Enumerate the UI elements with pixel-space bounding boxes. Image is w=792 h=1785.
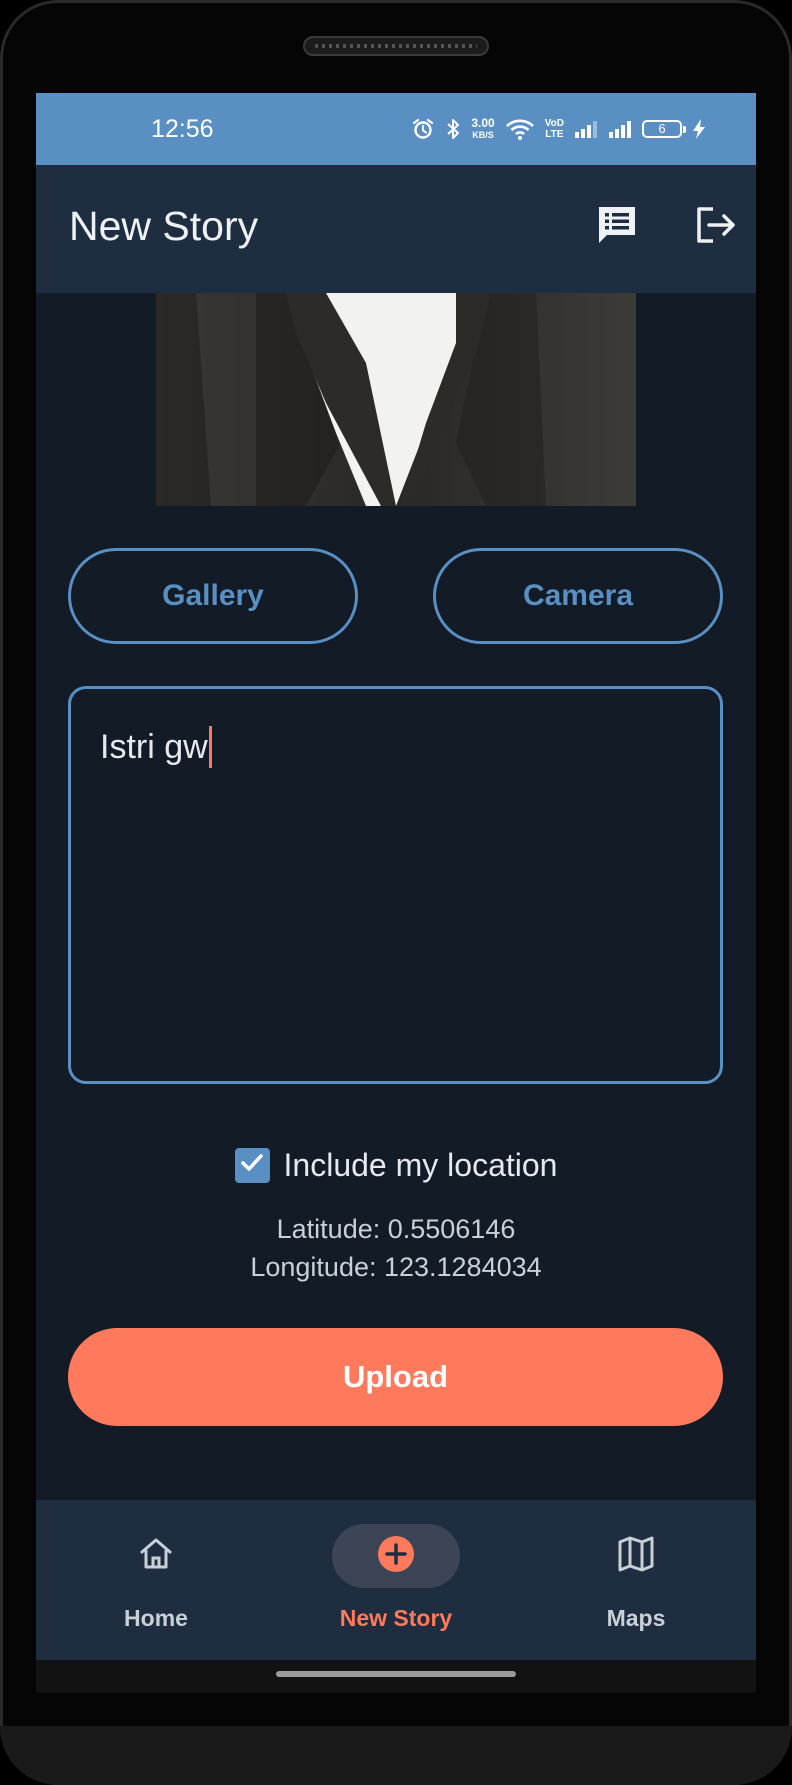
upload-button[interactable]: Upload [68,1328,723,1426]
description-input[interactable]: Istri gw [68,686,723,1084]
page-title: New Story [69,203,259,249]
nav-maps-icon-wrap [572,1524,700,1588]
nav-item-new-story[interactable]: New Story [276,1500,516,1660]
include-location-row: Include my location [36,1146,756,1184]
status-icons: 3.00 KB/S VoD LTE 6 [411,113,706,145]
status-bar: 12:56 3.00 KB/S VoD LTE 6 [36,93,756,165]
check-icon [239,1150,265,1181]
gesture-area [36,1660,756,1693]
stories-list-button[interactable] [589,199,645,255]
include-location-label[interactable]: Include my location [284,1147,558,1184]
longitude-text: Longitude: 123.1284034 [250,1252,542,1282]
gallery-button[interactable]: Gallery [68,548,358,644]
phone-frame: 12:56 3.00 KB/S VoD LTE 6 New Story Gall… [0,0,792,1785]
gesture-handle[interactable] [276,1671,516,1677]
include-location-checkbox[interactable] [234,1147,270,1183]
logout-button[interactable] [687,199,743,255]
chat-list-icon [595,203,639,252]
nav-item-maps[interactable]: Maps [516,1500,756,1660]
coordinates-readout: Latitude: 0.5506146 Longitude: 123.12840… [36,1210,756,1286]
description-value: Istri gw [100,727,208,766]
bluetooth-icon [445,117,461,141]
charging-icon [692,118,706,140]
text-cursor [208,726,212,768]
nav-maps-label: Maps [606,1605,666,1631]
signal-icon-1 [574,119,598,139]
volte-indicator: VoD LTE [544,118,564,140]
nav-home-label: Home [124,1605,188,1631]
camera-button[interactable]: Camera [433,548,723,644]
bottom-navigation: Home New Story Maps [36,1500,756,1660]
map-icon [616,1534,656,1579]
status-time: 12:56 [151,115,214,143]
battery-icon: 6 [642,120,686,138]
screen: 12:56 3.00 KB/S VoD LTE 6 New Story Gall… [36,93,756,1693]
nav-item-home[interactable]: Home [36,1500,276,1660]
nav-new-story-indicator [332,1524,460,1588]
speaker-grille [303,36,489,56]
latitude-text: Latitude: 0.5506146 [276,1214,516,1244]
signal-icon-2 [608,119,632,139]
wifi-icon [505,117,535,141]
add-circle-icon [376,1534,416,1579]
nav-home-icon-wrap [92,1524,220,1588]
alarm-icon [411,117,435,141]
story-image-preview [156,293,636,506]
nav-new-story-label: New Story [339,1605,453,1631]
app-bar: New Story [36,165,756,293]
description-text: Istri gw [100,726,212,768]
network-speed: 3.00 KB/S [471,116,495,140]
bottom-bezel [0,1726,792,1785]
logout-icon [693,203,737,252]
home-icon [136,1534,176,1579]
